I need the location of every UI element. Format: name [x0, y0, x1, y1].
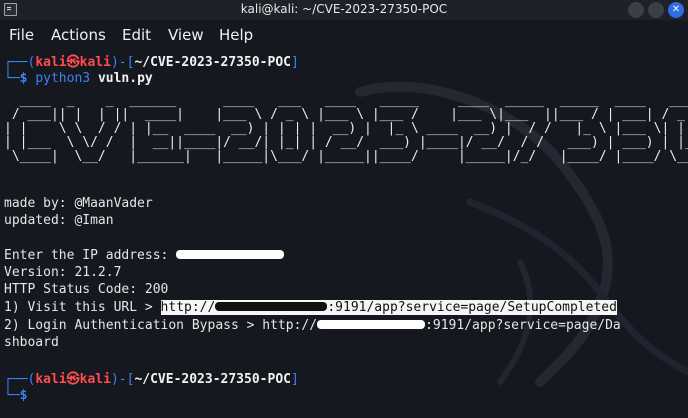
- close-icon: ✕: [671, 4, 681, 15]
- menu-file[interactable]: File: [9, 24, 34, 46]
- visit-url-label: 1) Visit this URL >: [4, 300, 161, 315]
- setup-completed-link[interactable]: http:// :9191/app?service=page/SetupCompl…: [160, 300, 617, 315]
- visit-url-line: 1) Visit this URL > http:// :9191/app?ser…: [4, 300, 617, 316]
- prompt-line: ┌──(kali㉿kali)-[~/CVE-2023-27350-POC]: [4, 372, 299, 387]
- prompt-line: ┌──(kali㉿kali)-[~/CVE-2023-27350-POC]: [4, 55, 299, 70]
- url-path: :9191/app?service=page/Da: [425, 318, 621, 333]
- maximize-button[interactable]: [648, 2, 664, 18]
- prompt-cwd: ~/CVE-2023-27350-POC: [134, 372, 291, 387]
- prompt-dollar: $: [19, 388, 28, 403]
- prompt-host: kali: [79, 55, 111, 70]
- ip-prompt-line: Enter the IP address:: [4, 248, 285, 264]
- ip-prompt-label: Enter the IP address:: [4, 248, 177, 263]
- menu-edit[interactable]: Edit: [122, 24, 151, 46]
- title-bar: kali@kali: ~/CVE-2023-27350-POC ✕: [0, 0, 688, 20]
- menu-actions[interactable]: Actions: [51, 24, 106, 46]
- updated-line: updated: @Iman: [4, 213, 114, 228]
- command-text: python3 vuln.py: [35, 71, 153, 86]
- http-status-line: HTTP Status Code: 200: [4, 282, 169, 297]
- prompt-dollar: $: [19, 71, 28, 86]
- banner-line: / ___|| | | || ____| |___ \ / _ \ |___ \…: [4, 107, 688, 122]
- bypass-url-label: 2) Login Authentication Bypass >: [4, 318, 263, 333]
- menu-bar: File Actions Edit View Help: [0, 24, 688, 46]
- prompt-user: kali: [35, 55, 67, 70]
- banner-line: | | \ \ / / | |__ ____ __) | | | | __) |…: [4, 121, 688, 136]
- bypass-url-wrap: shboard: [4, 335, 59, 350]
- minimize-button[interactable]: [628, 2, 644, 18]
- url-scheme: http://: [262, 318, 318, 333]
- prompt-host: kali: [79, 372, 111, 387]
- url-scheme: http://: [160, 300, 216, 315]
- dashboard-link[interactable]: http:// :9191/app?service=page/Da: [262, 318, 620, 333]
- url-path: :9191/app?service=page/SetupCompleted: [327, 300, 617, 315]
- close-button[interactable]: ✕: [668, 2, 684, 18]
- version-line: Version: 21.2.7: [4, 265, 122, 280]
- banner-line: ____ _ _ ______ ____ ___ ____ _____ ____…: [4, 93, 688, 108]
- redacted-ip: [176, 250, 285, 259]
- command-line[interactable]: └─$: [4, 388, 43, 404]
- made-by-line: made by: @MaanVader: [4, 196, 153, 211]
- prompt-user: kali: [35, 372, 67, 387]
- redacted-ip: [215, 302, 328, 311]
- menu-view[interactable]: View: [168, 24, 204, 46]
- menu-help[interactable]: Help: [219, 24, 253, 46]
- ascii-banner: ____ _ _ ______ ____ ___ ____ _____ ____…: [4, 94, 688, 164]
- banner-line: \____| \__/ |______| |_____|\___/ |_____…: [4, 149, 688, 164]
- command-line: └─$ python3 vuln.py: [4, 71, 153, 86]
- prompt-at-icon: ㉿: [66, 55, 80, 70]
- banner-line: | |___ \ \/ / | __||____|/ __/| |_| | / …: [4, 135, 688, 150]
- prompt-at-icon: ㉿: [66, 372, 80, 387]
- window-title: kali@kali: ~/CVE-2023-27350-POC: [240, 2, 448, 16]
- redacted-ip: [317, 320, 426, 329]
- bypass-url-line: 2) Login Authentication Bypass > http://…: [4, 318, 621, 334]
- terminal-output[interactable]: ┌──(kali㉿kali)-[~/CVE-2023-27350-POC] └─…: [0, 52, 688, 418]
- prompt-cwd: ~/CVE-2023-27350-POC: [134, 55, 291, 70]
